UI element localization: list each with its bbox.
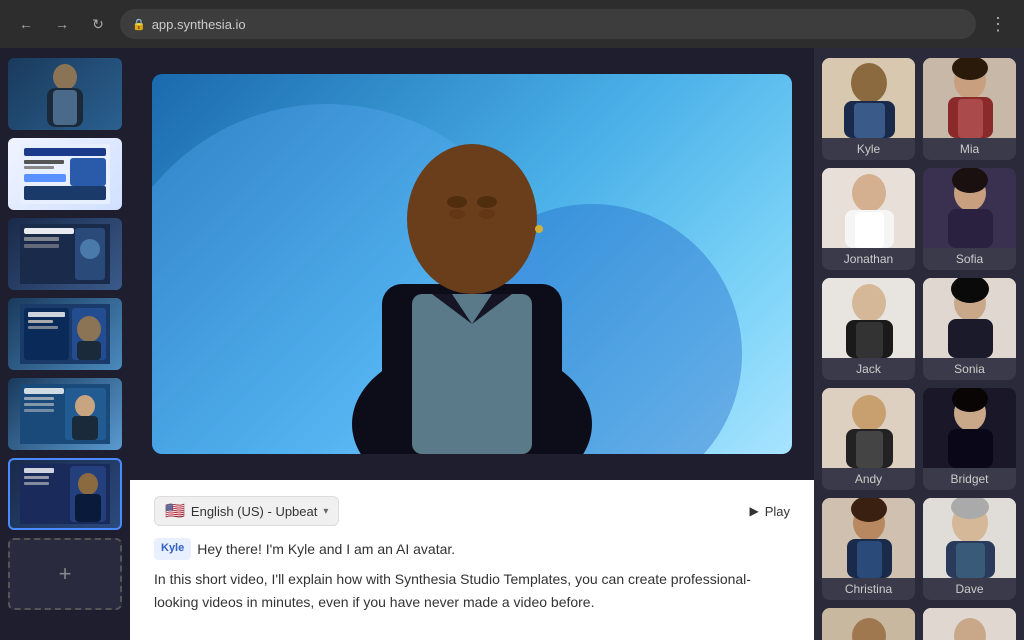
avatar-name-jonathan: Jonathan [822, 248, 915, 270]
slide-thumb-3[interactable] [8, 218, 122, 290]
browser-chrome: ← → ↻ 🔒 app.synthesia.io ⋮ [0, 0, 1024, 48]
script-area: 🇺🇸 English (US) - Upbeat ▾ ▶ Play Kyle H… [130, 480, 814, 640]
back-button[interactable]: ← [12, 10, 40, 38]
avatar-card-extra1[interactable] [822, 608, 915, 640]
play-label: Play [765, 504, 790, 519]
slide-thumb-4[interactable] [8, 298, 122, 370]
forward-button[interactable]: → [48, 10, 76, 38]
avatar-name-dave: Dave [923, 578, 1016, 600]
slide-thumb-6[interactable] [8, 458, 122, 530]
avatar-img-extra2 [923, 608, 1016, 640]
script-text: Kyle Hey there! I'm Kyle and I am an AI … [154, 538, 790, 613]
avatar-name-sofia: Sofia [923, 248, 1016, 270]
avatar-img-mia [923, 58, 1016, 138]
browser-menu-button[interactable]: ⋮ [984, 10, 1012, 38]
avatar-row-3: Jack Sonia [822, 278, 1016, 380]
avatar-card-jonathan[interactable]: Jonathan [822, 168, 915, 270]
add-slide-icon: + [59, 561, 72, 587]
avatar-card-dave[interactable]: Dave [923, 498, 1016, 600]
play-button[interactable]: ▶ Play [749, 504, 790, 519]
script-line-1: Kyle Hey there! I'm Kyle and I am an AI … [154, 538, 790, 560]
avatar-name-sonia: Sonia [923, 358, 1016, 380]
slide-thumb-2[interactable] [8, 138, 122, 210]
avatar-card-kyle[interactable]: Kyle [822, 58, 915, 160]
right-sidebar: Kyle Mia [814, 48, 1024, 640]
avatar-row-1: Kyle Mia [822, 58, 1016, 160]
avatar-row-4: Andy Bridget [822, 388, 1016, 490]
flag-icon: 🇺🇸 [165, 501, 185, 521]
avatar-img-sonia [923, 278, 1016, 358]
url-text: app.synthesia.io [152, 17, 246, 32]
avatar-card-andy[interactable]: Andy [822, 388, 915, 490]
avatar-img-dave [923, 498, 1016, 578]
avatar-img-andy [822, 388, 915, 468]
lock-icon: 🔒 [132, 18, 146, 31]
avatar-img-bridget [923, 388, 1016, 468]
script-toolbar: 🇺🇸 English (US) - Upbeat ▾ ▶ Play [154, 496, 790, 526]
slide-thumb-1[interactable] [8, 58, 122, 130]
app-body: + [0, 48, 1024, 640]
reload-button[interactable]: ↻ [84, 10, 112, 38]
address-bar[interactable]: 🔒 app.synthesia.io [120, 9, 976, 39]
script-line-2-text: In this short video, I'll explain how wi… [154, 568, 790, 613]
center-area: 🇺🇸 English (US) - Upbeat ▾ ▶ Play Kyle H… [130, 48, 814, 640]
avatar-img-jonathan [822, 168, 915, 248]
chevron-down-icon: ▾ [323, 506, 328, 517]
video-area [130, 48, 814, 480]
avatar-card-extra2[interactable] [923, 608, 1016, 640]
script-line-1-text: Hey there! I'm Kyle and I am an AI avata… [197, 538, 455, 560]
left-sidebar: + [0, 48, 130, 640]
avatar-name-mia: Mia [923, 138, 1016, 160]
avatar-img-christina [822, 498, 915, 578]
avatar-row-2: Jonathan Sofia [822, 168, 1016, 270]
main-avatar-figure [292, 84, 652, 454]
avatar-name-jack: Jack [822, 358, 915, 380]
avatar-row-6 [822, 608, 1016, 640]
slide-thumb-5[interactable] [8, 378, 122, 450]
avatar-card-mia[interactable]: Mia [923, 58, 1016, 160]
avatar-name-bridget: Bridget [923, 468, 1016, 490]
avatar-name-christina: Christina [822, 578, 915, 600]
avatar-card-sofia[interactable]: Sofia [923, 168, 1016, 270]
avatar-name-andy: Andy [822, 468, 915, 490]
play-icon: ▶ [749, 504, 758, 518]
language-label: English (US) - Upbeat [191, 504, 317, 519]
avatar-card-jack[interactable]: Jack [822, 278, 915, 380]
avatar-card-bridget[interactable]: Bridget [923, 388, 1016, 490]
speaker-tag: Kyle [154, 538, 191, 560]
avatar-name-kyle: Kyle [822, 138, 915, 160]
avatar-img-sofia [923, 168, 1016, 248]
avatar-row-5: Christina Dave [822, 498, 1016, 600]
avatar-img-kyle [822, 58, 915, 138]
avatar-img-extra1 [822, 608, 915, 640]
add-slide-button[interactable]: + [8, 538, 122, 610]
avatar-img-jack [822, 278, 915, 358]
avatar-card-christina[interactable]: Christina [822, 498, 915, 600]
avatar-card-sonia[interactable]: Sonia [923, 278, 1016, 380]
language-selector[interactable]: 🇺🇸 English (US) - Upbeat ▾ [154, 496, 339, 526]
video-preview [152, 74, 792, 454]
